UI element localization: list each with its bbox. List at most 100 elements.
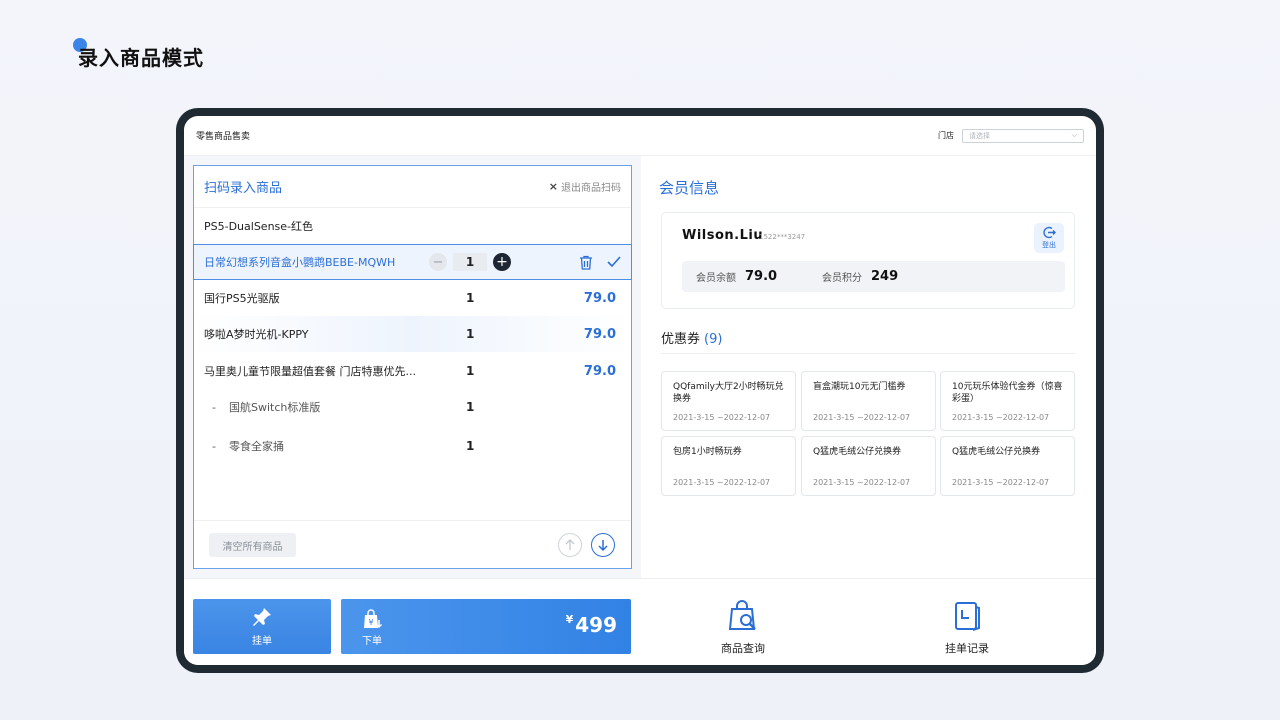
- item-qty: 1: [466, 291, 475, 305]
- coupon-date: 2021-3-15 ~2022-12-07: [813, 413, 911, 422]
- minus-button[interactable]: −: [429, 253, 447, 271]
- coupon-name: Q猛虎毛绒公仔兑换券: [952, 447, 1041, 457]
- place-order-button[interactable]: ¥ 下单 ¥499: [341, 599, 631, 654]
- logout-button[interactable]: 登出: [1034, 223, 1064, 253]
- coupon-card[interactable]: Q猛虎毛绒公仔兑换券 2021-3-15 ~2022-12-07: [940, 436, 1075, 496]
- balance-stat: 会员余额 79.0: [696, 269, 808, 284]
- row-actions: [579, 255, 621, 270]
- coupon-name: 10元玩乐体验代金券（惊喜彩蛋）: [952, 382, 1063, 404]
- logout-label: 登出: [1042, 241, 1056, 249]
- item-name: PS5-DualSense-红色: [204, 220, 314, 233]
- shopping-bag-icon: ¥: [364, 609, 383, 629]
- coupon-count: (9): [704, 332, 723, 347]
- list-item[interactable]: 马里奥儿童节限量超值套餐 门店特惠优先... 1 79.0: [194, 353, 631, 389]
- balance-label: 会员余额: [696, 273, 736, 284]
- scan-header: 扫码录入商品 × 退出商品扫码: [194, 166, 631, 208]
- item-qty: 1: [466, 400, 475, 414]
- scroll-up-button[interactable]: [558, 533, 582, 557]
- scroll-down-button[interactable]: [591, 533, 615, 557]
- member-stats: 会员余额 79.0 会员积分 249: [682, 261, 1065, 292]
- app-title: 零售商品售卖: [196, 132, 251, 142]
- list-item[interactable]: PS5-DualSense-红色: [194, 208, 631, 244]
- app-screen: 零售商品售卖 门店 请选择 ⌵ 扫码录入商品 × 退出商品扫码 PS5-Dual…: [184, 116, 1096, 665]
- item-qty: 1: [466, 364, 475, 378]
- balance-value: 79.0: [745, 269, 778, 284]
- hold-records-label: 挂单记录: [945, 642, 989, 655]
- member-card: Wilson.Liu 1522***3247 登出 会员余额 79.0 会员积分…: [661, 212, 1075, 309]
- coupon-title: 优惠券 (9): [661, 328, 722, 347]
- item-price: 79.0: [583, 363, 616, 379]
- bottom-bar: 挂单 ¥ 下单 ¥499 商品查询 挂单记录: [184, 578, 1096, 665]
- item-name: 国行PS5光驱版: [204, 292, 280, 305]
- coupon-card[interactable]: 包房1小时畅玩券 2021-3-15 ~2022-12-07: [661, 436, 796, 496]
- item-name: 哆啦A梦时光机-KPPY: [204, 328, 309, 341]
- logout-icon: [1042, 226, 1056, 239]
- sub-item-dash: -: [212, 439, 216, 453]
- coupon-name: QQfamily大厅2小时畅玩兑换券: [673, 382, 784, 404]
- plus-button[interactable]: +: [493, 253, 511, 271]
- quantity-value[interactable]: 1: [453, 253, 487, 271]
- sub-item-dash: -: [212, 400, 216, 414]
- tablet-frame: 零售商品售卖 门店 请选择 ⌵ 扫码录入商品 × 退出商品扫码 PS5-Dual…: [176, 108, 1104, 673]
- coupon-date: 2021-3-15 ~2022-12-07: [673, 478, 771, 487]
- store-select-placeholder: 请选择: [969, 131, 990, 140]
- coupon-card[interactable]: Q猛虎毛绒公仔兑换券 2021-3-15 ~2022-12-07: [801, 436, 936, 496]
- left-area: 扫码录入商品 × 退出商品扫码 PS5-DualSense-红色 日常幻想系列音…: [184, 156, 641, 578]
- hold-records-button[interactable]: 挂单记录: [945, 599, 989, 656]
- coupon-card[interactable]: QQfamily大厅2小时畅玩兑换券 2021-3-15 ~2022-12-07: [661, 371, 796, 431]
- list-item[interactable]: 国行PS5光驱版 1 79.0: [194, 280, 631, 316]
- arrow-down-icon: [598, 540, 608, 551]
- check-icon[interactable]: [607, 256, 621, 268]
- coupon-name: 盲盒潮玩10元无门槛券: [813, 382, 906, 392]
- currency-symbol: ¥: [565, 613, 574, 626]
- hold-order-button[interactable]: 挂单: [193, 599, 331, 654]
- points-value: 249: [871, 269, 899, 284]
- sub-list-item: - 国航Switch标准版 1: [194, 389, 631, 425]
- item-qty: 1: [466, 439, 475, 453]
- item-name: 马里奥儿童节限量超值套餐 门店特惠优先...: [204, 365, 416, 378]
- order-total: ¥499: [566, 613, 617, 637]
- order-icon-group: ¥ 下单: [361, 608, 383, 647]
- exit-scan-label: 退出商品扫码: [561, 183, 621, 194]
- page-heading: 录入商品模式: [78, 46, 204, 70]
- coupon-date: 2021-3-15 ~2022-12-07: [952, 478, 1050, 487]
- list-item[interactable]: 哆啦A梦时光机-KPPY 1 79.0: [194, 316, 631, 352]
- coupon-card[interactable]: 10元玩乐体验代金券（惊喜彩蛋） 2021-3-15 ~2022-12-07: [940, 371, 1075, 431]
- list-item-selected[interactable]: 日常幻想系列音盒小鹦鹉BEBE-MQWH − 1 +: [193, 244, 632, 280]
- coupon-name: 包房1小时畅玩券: [673, 447, 742, 457]
- member-phone: 1522***3247: [759, 233, 806, 241]
- search-bag-icon: [728, 600, 756, 630]
- coupon-date: 2021-3-15 ~2022-12-07: [813, 478, 911, 487]
- clock-document-icon: [955, 602, 980, 631]
- scan-title: 扫码录入商品: [204, 181, 283, 196]
- member-name: Wilson.Liu: [682, 228, 764, 243]
- store-label: 门店: [938, 131, 954, 140]
- coupon-date: 2021-3-15 ~2022-12-07: [952, 413, 1050, 422]
- quantity-stepper: − 1 +: [429, 253, 511, 271]
- clear-all-button[interactable]: 清空所有商品: [209, 533, 296, 557]
- chevron-down-icon: ⌵: [1071, 131, 1077, 139]
- trash-icon[interactable]: [579, 255, 593, 270]
- svg-text:¥: ¥: [368, 618, 373, 627]
- item-price: 79.0: [583, 290, 616, 306]
- store-select[interactable]: 请选择 ⌵: [962, 128, 1084, 143]
- points-stat: 会员积分 249: [822, 269, 934, 284]
- close-icon: ×: [548, 180, 558, 193]
- order-amount: 499: [575, 613, 617, 637]
- item-price: 79.0: [583, 326, 616, 342]
- pin-icon: [253, 608, 271, 626]
- product-query-button[interactable]: 商品查询: [721, 599, 765, 656]
- arrow-up-icon: [565, 539, 575, 550]
- item-name: 零食全家捅: [229, 440, 284, 453]
- coupon-name: Q猛虎毛绒公仔兑换券: [813, 447, 902, 457]
- right-area: 会员信息 Wilson.Liu 1522***3247 登出 会员余额 79.0: [641, 156, 1096, 578]
- item-name: 日常幻想系列音盒小鹦鹉BEBE-MQWH: [204, 256, 396, 269]
- top-bar: 零售商品售卖 门店 请选择 ⌵: [184, 116, 1096, 156]
- place-order-label: 下单: [362, 636, 382, 647]
- exit-scan-button[interactable]: × 退出商品扫码: [549, 179, 621, 194]
- coupon-card[interactable]: 盲盒潮玩10元无门槛券 2021-3-15 ~2022-12-07: [801, 371, 936, 431]
- product-query-label: 商品查询: [721, 642, 765, 655]
- scan-footer: 清空所有商品: [194, 520, 631, 568]
- hold-order-label: 挂单: [252, 636, 272, 647]
- item-qty: 1: [466, 327, 475, 341]
